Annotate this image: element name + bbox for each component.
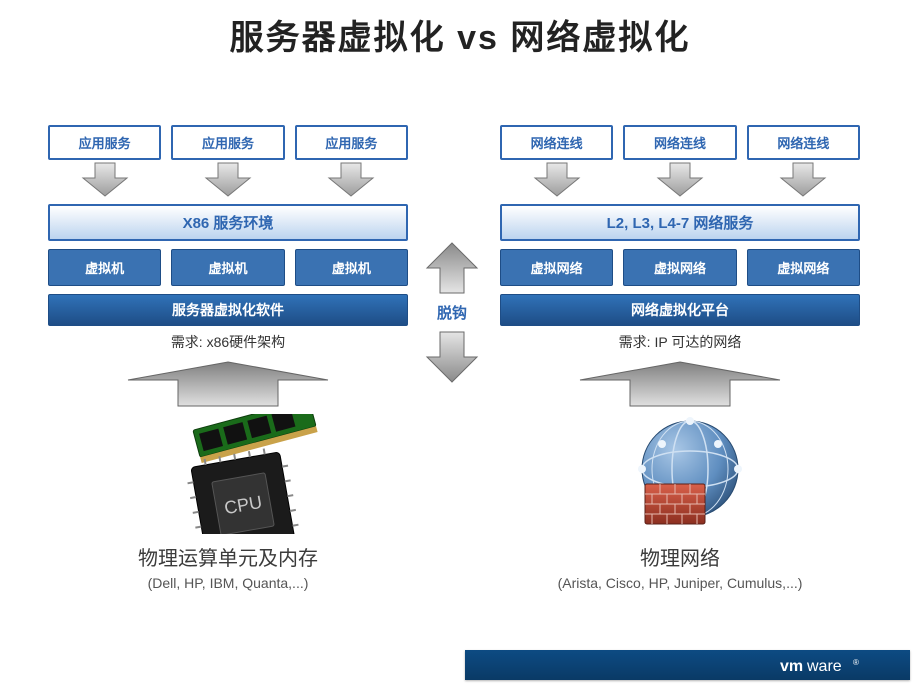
net-conn-box: 网络连线 — [623, 125, 736, 160]
right-requirement: 需求: IP 可达的网络 — [500, 332, 860, 352]
up-arrow-icon — [422, 238, 482, 298]
net-conn-box: 网络连线 — [500, 125, 613, 160]
left-mid-row: 虚拟机 虚拟机 虚拟机 — [48, 249, 408, 286]
network-services-bar: L2, L3, L4-7 网络服务 — [500, 204, 860, 241]
svg-text:®: ® — [853, 658, 859, 667]
left-down-arrows — [48, 160, 408, 200]
down-arrow-icon — [747, 160, 860, 200]
right-up-arrow — [500, 358, 860, 408]
x86-env-bar: X86 服务环境 — [48, 204, 408, 241]
network-virtualization-bar: 网络虚拟化平台 — [500, 294, 860, 326]
down-arrow-icon — [48, 160, 161, 200]
down-arrow-icon — [422, 327, 482, 387]
down-arrow-icon — [295, 160, 408, 200]
right-down-arrows — [500, 160, 860, 200]
right-top-row: 网络连线 网络连线 网络连线 — [500, 125, 860, 160]
server-virtualization-bar: 服务器虚拟化软件 — [48, 294, 408, 326]
left-top-row: 应用服务 应用服务 应用服务 — [48, 125, 408, 160]
center-column: 脱钩 — [412, 238, 492, 387]
slide-title: 服务器虚拟化 vs 网络虚拟化 — [0, 10, 920, 59]
net-conn-box: 网络连线 — [747, 125, 860, 160]
decouple-label: 脱钩 — [437, 302, 467, 323]
cpu-memory-image: CPU — [48, 414, 408, 534]
left-column: 应用服务 应用服务 应用服务 X86 服务环境 虚拟机 虚拟机 虚拟机 服务器虚… — [48, 125, 408, 591]
virtual-network-box: 虚拟网络 — [500, 249, 613, 286]
down-arrow-icon — [623, 160, 736, 200]
vm-box: 虚拟机 — [48, 249, 161, 286]
slide: 服务器虚拟化 vs 网络虚拟化 应用服务 应用服务 应用服务 X86 服务环境 … — [0, 0, 920, 690]
left-bottom-sub: (Dell, HP, IBM, Quanta,...) — [48, 575, 408, 591]
right-bottom-title: 物理网络 — [500, 542, 860, 571]
svg-text:ware: ware — [806, 658, 842, 675]
vm-box: 虚拟机 — [171, 249, 284, 286]
vmware-logo: vmware ® — [780, 656, 890, 676]
virtual-network-box: 虚拟网络 — [747, 249, 860, 286]
footer-bar: vmware ® — [465, 650, 910, 680]
app-service-box: 应用服务 — [295, 125, 408, 160]
app-service-box: 应用服务 — [48, 125, 161, 160]
left-bottom-title: 物理运算单元及内存 — [48, 542, 408, 571]
network-globe-image — [500, 414, 860, 534]
down-arrow-icon — [171, 160, 284, 200]
right-column: 网络连线 网络连线 网络连线 L2, L3, L4-7 网络服务 虚拟网络 虚拟… — [500, 125, 860, 591]
right-mid-row: 虚拟网络 虚拟网络 虚拟网络 — [500, 249, 860, 286]
vm-box: 虚拟机 — [295, 249, 408, 286]
svg-text:vm: vm — [780, 658, 803, 675]
virtual-network-box: 虚拟网络 — [623, 249, 736, 286]
down-arrow-icon — [500, 160, 613, 200]
app-service-box: 应用服务 — [171, 125, 284, 160]
left-requirement: 需求: x86硬件架构 — [48, 332, 408, 352]
right-bottom-sub: (Arista, Cisco, HP, Juniper, Cumulus,...… — [500, 575, 860, 591]
left-up-arrow — [48, 358, 408, 408]
